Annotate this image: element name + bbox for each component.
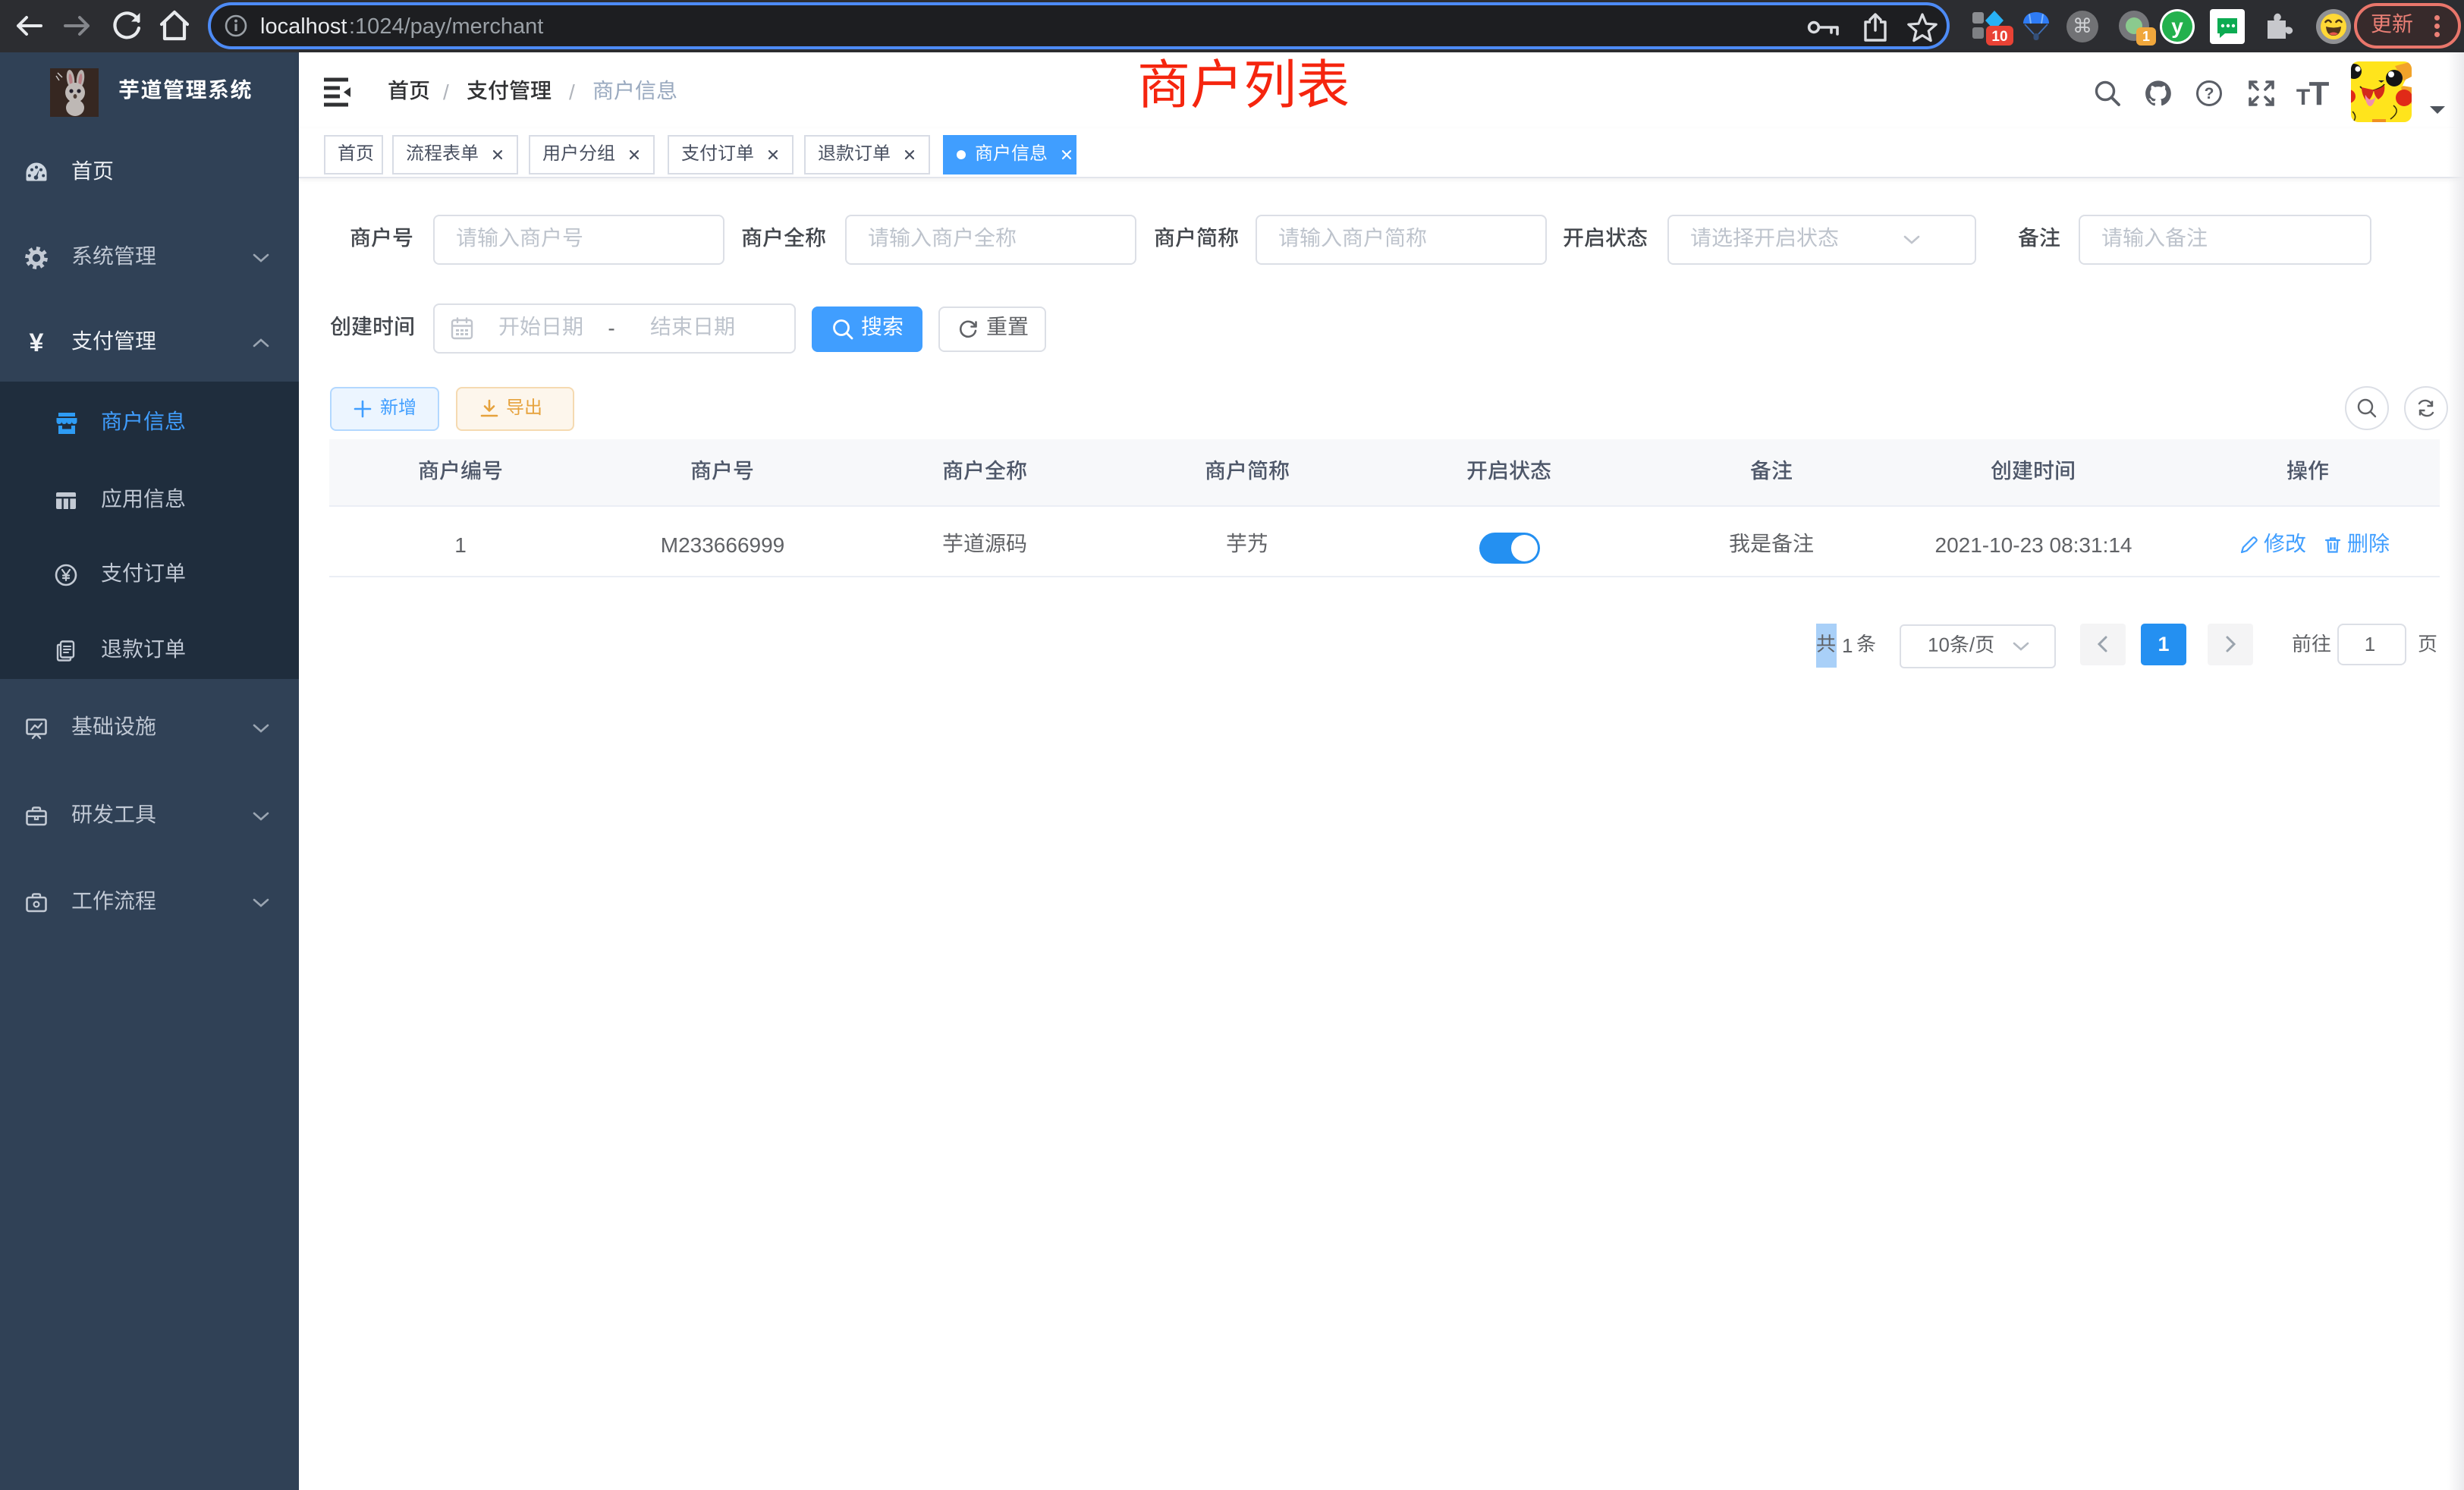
svg-text:⌘: ⌘: [2073, 14, 2092, 37]
svg-text:1: 1: [2142, 29, 2150, 44]
svg-text:y: y: [2171, 14, 2183, 38]
svg-text:T: T: [2296, 85, 2310, 110]
svg-text:T: T: [2309, 75, 2330, 112]
svg-text:¥: ¥: [30, 328, 44, 357]
svg-text:?: ?: [2205, 85, 2214, 102]
svg-text:10: 10: [1991, 29, 2007, 45]
